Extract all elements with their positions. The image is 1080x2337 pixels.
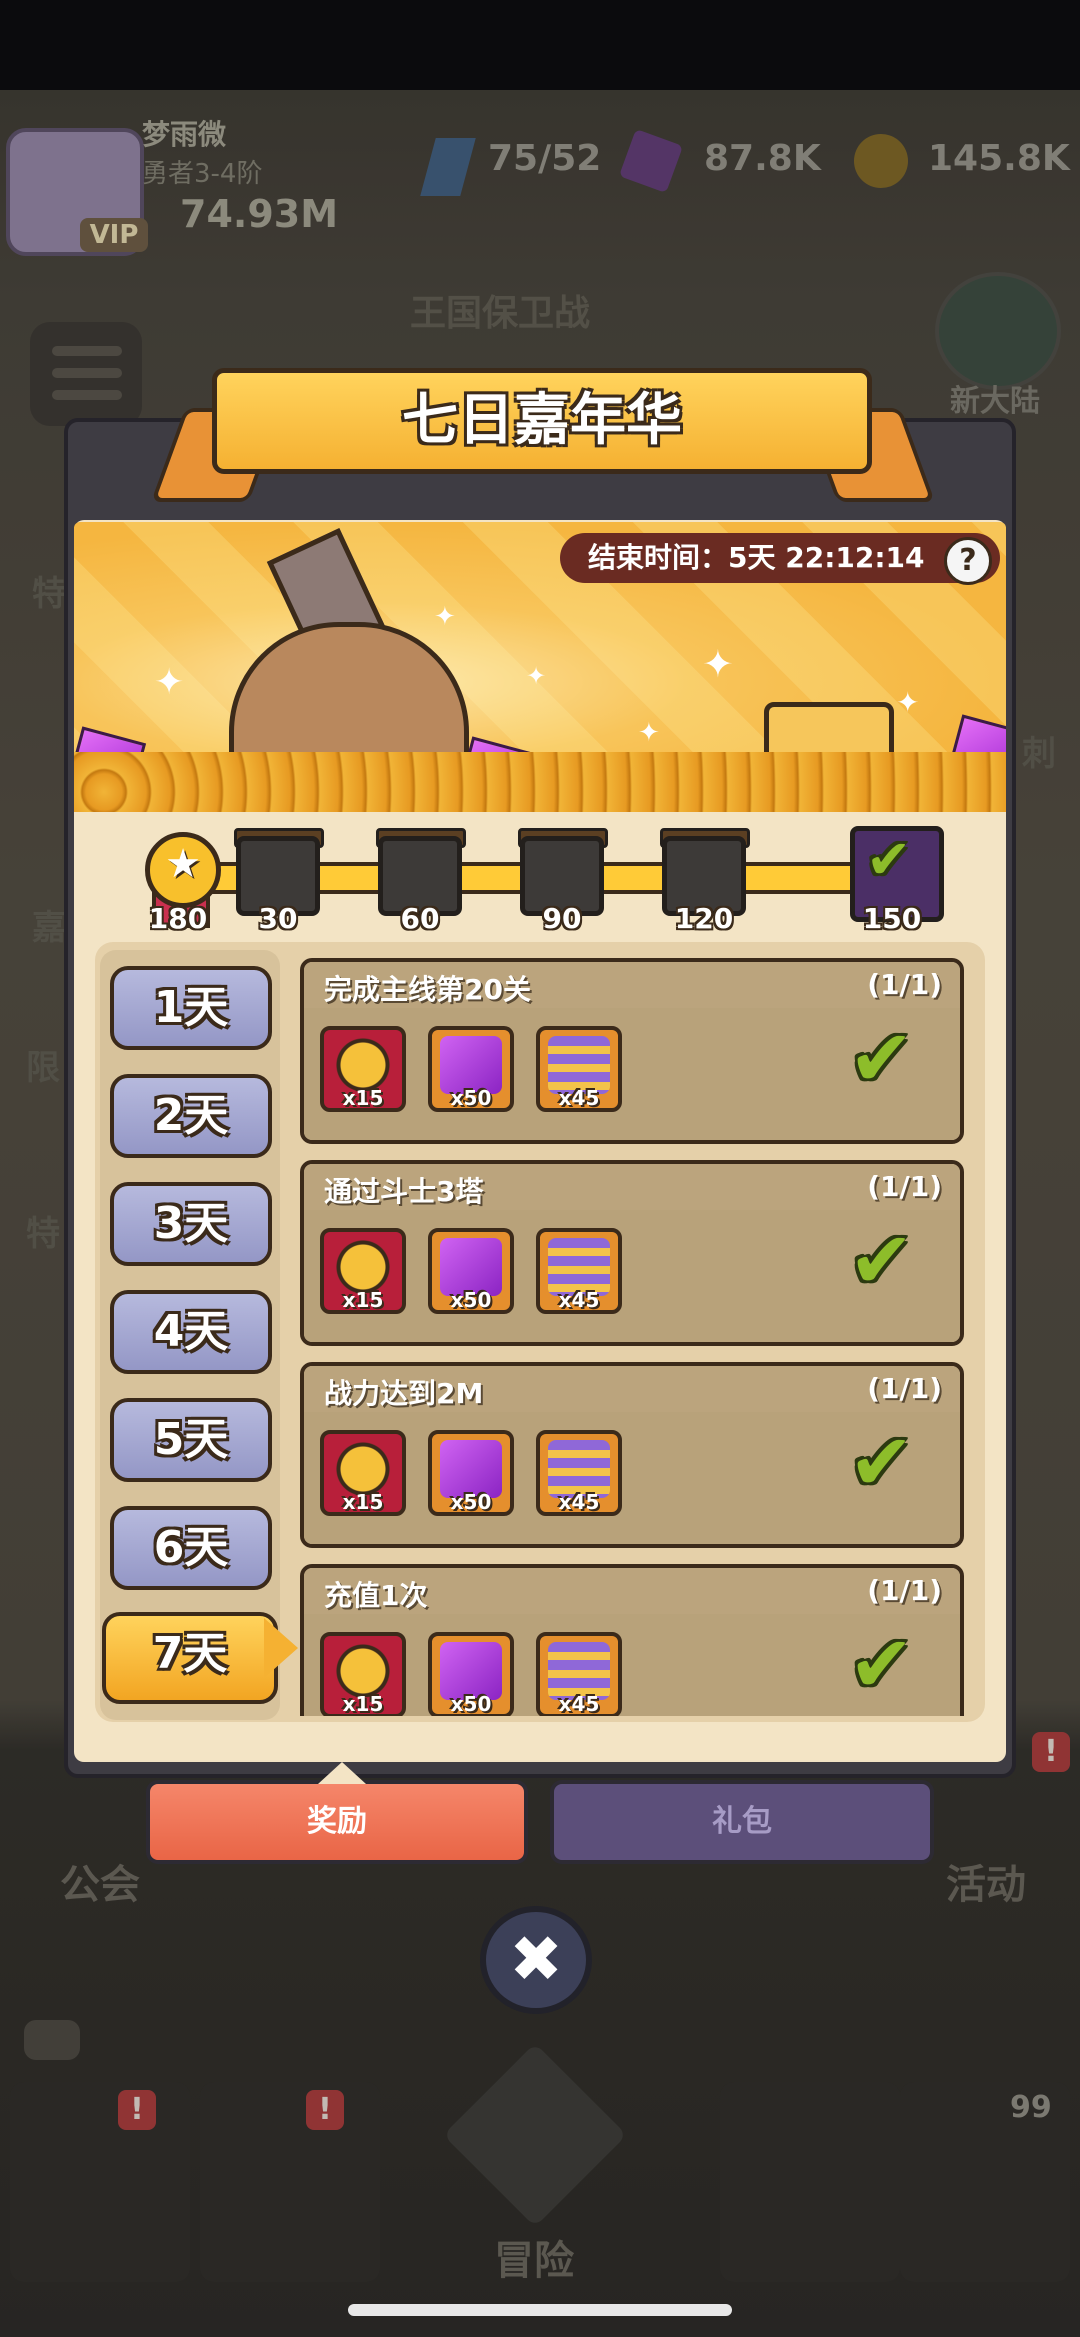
completed-check-icon: ✔	[848, 1620, 914, 1710]
milestone-label: 90	[542, 902, 582, 935]
reward-item[interactable]: x15	[320, 1632, 406, 1716]
active-tab-indicator	[318, 1762, 366, 1784]
reward-count: x50	[450, 1288, 492, 1312]
day-tab-6[interactable]: 6天	[110, 1506, 272, 1590]
reward-count: x50	[450, 1490, 492, 1514]
task-card: 充值1次 (1/1) x15 x50 x45 ✔	[300, 1564, 964, 1716]
reward-item[interactable]: x50	[428, 1026, 514, 1112]
milestone-label: 120	[674, 902, 734, 935]
tab-reward[interactable]: 奖励	[146, 1780, 528, 1864]
reward-item[interactable]: x50	[428, 1228, 514, 1314]
task-card: 完成主线第20关 (1/1) x15 x50 x45 ✔	[300, 958, 964, 1144]
reward-item[interactable]: x45	[536, 1430, 622, 1516]
reward-count: x15	[342, 1288, 384, 1312]
star-points-icon: ★	[145, 832, 221, 908]
task-card: 通过斗士3塔 (1/1) x15 x50 x45 ✔	[300, 1160, 964, 1346]
sparkle-icon: ✦	[526, 662, 547, 690]
task-list[interactable]: 完成主线第20关 (1/1) x15 x50 x45 ✔ 通过斗士3塔 (1/1) x15 x50…	[296, 952, 972, 1716]
day-tab-3[interactable]: 3天	[110, 1182, 272, 1266]
reward-item[interactable]: x50	[428, 1632, 514, 1716]
task-progress: (1/1)	[867, 968, 942, 1001]
task-title: 完成主线第20关	[324, 973, 531, 1006]
sparkle-icon: ✦	[638, 718, 660, 748]
reward-count: x45	[558, 1288, 600, 1312]
day-tab-7[interactable]: 7天	[102, 1612, 278, 1704]
current-points: 180	[148, 902, 208, 935]
reward-item[interactable]: x45	[536, 1026, 622, 1112]
reward-count: x45	[558, 1490, 600, 1514]
sparkle-icon: ✦	[702, 642, 734, 686]
coin-pile	[74, 752, 1006, 812]
day-tab-4[interactable]: 4天	[110, 1290, 272, 1374]
completed-check-icon: ✔	[848, 1216, 914, 1306]
reward-item[interactable]: x15	[320, 1228, 406, 1314]
milestone-label: 150	[862, 902, 922, 935]
reward-count: x15	[342, 1490, 384, 1514]
milestone-label: 60	[400, 902, 440, 935]
milestone-label: 30	[258, 902, 298, 935]
tab-gift[interactable]: 礼包	[550, 1780, 934, 1864]
day-tab-1[interactable]: 1天	[110, 966, 272, 1050]
reward-item[interactable]: x45	[536, 1632, 622, 1716]
task-title: 充值1次	[324, 1579, 428, 1612]
dialog-title: 七日嘉年华	[402, 388, 682, 453]
task-title: 通过斗士3塔	[324, 1175, 484, 1208]
reward-item[interactable]: x45	[536, 1228, 622, 1314]
reward-count: x50	[450, 1086, 492, 1110]
sparkle-icon: ✦	[896, 686, 920, 719]
reward-count: x15	[342, 1086, 384, 1110]
task-title: 战力达到2M	[324, 1377, 484, 1410]
day-tab-5[interactable]: 5天	[110, 1398, 272, 1482]
task-progress: (1/1)	[867, 1574, 942, 1607]
event-timer-text: 结束时间：5天 22:12:14	[588, 541, 925, 574]
reward-count: x15	[342, 1692, 384, 1716]
sparkle-icon: ✦	[154, 662, 185, 703]
task-progress: (1/1)	[867, 1372, 942, 1405]
reward-item[interactable]: x15	[320, 1026, 406, 1112]
reward-item[interactable]: x15	[320, 1430, 406, 1516]
selected-day-arrow	[264, 1618, 298, 1678]
help-button[interactable]: ?	[944, 537, 992, 585]
task-progress: (1/1)	[867, 1170, 942, 1203]
completed-check-icon: ✔	[848, 1418, 914, 1508]
home-indicator[interactable]	[348, 2304, 732, 2316]
claimed-check-icon: ✔	[866, 828, 912, 891]
reward-count: x50	[450, 1692, 492, 1716]
reward-count: x45	[558, 1692, 600, 1716]
day-tab-2[interactable]: 2天	[110, 1074, 272, 1158]
task-card: 战力达到2M (1/1) x15 x50 x45 ✔	[300, 1362, 964, 1548]
close-button[interactable]: ✖	[480, 1906, 592, 2014]
completed-check-icon: ✔	[848, 1014, 914, 1104]
reward-item[interactable]: x50	[428, 1430, 514, 1516]
sparkle-icon: ✦	[434, 602, 456, 632]
reward-count: x45	[558, 1086, 600, 1110]
